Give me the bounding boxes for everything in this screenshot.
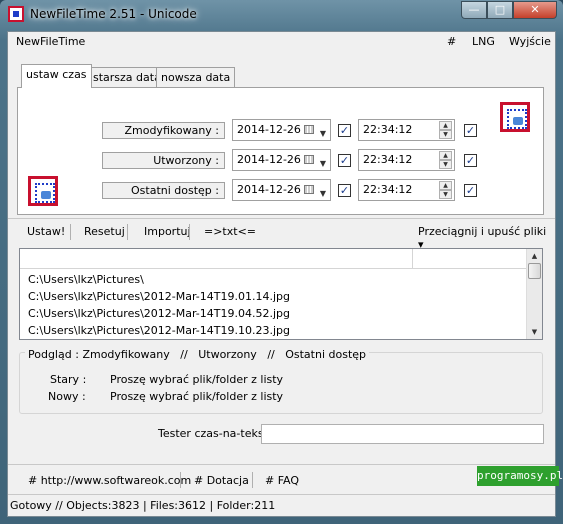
faq-link[interactable]: # FAQ [265,474,299,487]
list-header[interactable] [20,249,528,269]
client-area: NewFileTime # LNG Wyjście ustaw czas sta… [7,31,556,517]
scroll-down-icon[interactable]: ▼ [527,325,542,339]
window-controls: — □ ✕ [461,1,557,19]
chevron-down-icon[interactable]: ▼ [320,124,326,144]
menu-newfiletime[interactable]: NewFileTime [16,35,85,48]
preview-sep: // [267,348,275,361]
new-value: Proszę wybrać plik/folder z listy [110,390,284,403]
apply-button[interactable]: Ustaw! [27,225,65,238]
old-label: Stary : [50,373,87,386]
tab-older-date[interactable]: starsza data [88,67,166,87]
accessed-time-field[interactable]: 22:34:12 ▲ ▼ [358,179,455,201]
preview-header: Podgląd : Zmodyfikowany // Utworzony // … [25,348,370,361]
scroll-up-icon[interactable]: ▲ [527,249,542,263]
modified-date-picker[interactable]: 2014-12-26 ▼ [232,119,331,141]
accessed-label: Ostatni dostęp : [102,182,225,199]
title-bar[interactable]: NewFileTime 2.51 - Unicode — □ ✕ [0,0,563,30]
created-time-value: 22:34:12 [363,153,413,166]
created-date-checkbox[interactable]: ✓ [338,154,351,167]
scroll-thumb[interactable] [528,263,541,279]
accessed-date-value: 2014-12-26 [237,183,301,196]
toolbar-separator [70,224,71,240]
accessed-time-checkbox[interactable]: ✓ [464,184,477,197]
menu-language[interactable]: LNG [472,35,495,48]
list-scrollbar[interactable]: ▲ ▼ [526,249,542,339]
menu-exit[interactable]: Wyjście [509,35,551,48]
list-item[interactable]: C:\Users\lkz\Pictures\2012-Mar-14T19.10.… [28,324,290,337]
created-time-checkbox[interactable]: ✓ [464,154,477,167]
status-bar: Gotowy // Objects:3823 | Files:3612 | Fo… [8,494,555,516]
toolbar-separator [127,224,128,240]
accessed-date-checkbox[interactable]: ✓ [338,184,351,197]
tester-label: Tester czas-na-tekst [158,427,268,440]
reset-button[interactable]: Resetuj [84,225,125,238]
menu-bar: NewFileTime # LNG Wyjście [8,32,555,52]
app-icon [8,6,24,22]
preview-colon: : [75,348,79,361]
time-spinner[interactable]: ▲ ▼ [439,121,452,139]
accessed-time-value: 22:34:12 [363,183,413,196]
modified-time-value: 22:34:12 [363,123,413,136]
status-text: Gotowy // Objects:3823 | Files:3612 | Fo… [10,499,276,512]
minimize-button[interactable]: — [461,1,487,19]
created-time-field[interactable]: 22:34:12 ▲ ▼ [358,149,455,171]
modified-date-value: 2014-12-26 [237,123,301,136]
column-divider[interactable] [412,249,413,269]
link-separator [180,472,181,488]
window-title: NewFileTime 2.51 - Unicode [30,7,197,21]
calendar-icon[interactable] [304,185,314,194]
toolbar-separator [189,224,190,240]
preview-sep: // [180,348,188,361]
export-txt-button[interactable]: =>txt<= [204,225,256,238]
chevron-down-icon[interactable]: ▼ [320,184,326,204]
preview-modified: Zmodyfikowany [82,348,170,361]
donate-link[interactable]: # Dotacja [194,474,249,487]
calendar-icon[interactable] [304,125,314,134]
calendar-icon[interactable] [304,155,314,164]
tab-set-time[interactable]: ustaw czas [21,64,92,88]
created-date-picker[interactable]: 2014-12-26 ▼ [232,149,331,171]
import-button[interactable]: Importuj [144,225,191,238]
modified-label: Zmodyfikowany : [102,122,225,139]
app-window: NewFileTime 2.51 - Unicode — □ ✕ NewFile… [0,0,563,524]
time-spinner[interactable]: ▲ ▼ [439,181,452,199]
new-label: Nowy : [48,390,86,403]
file-list[interactable]: C:\Users\lkz\Pictures\ C:\Users\lkz\Pict… [19,248,543,340]
modified-time-checkbox[interactable]: ✓ [464,124,477,137]
created-label: Utworzony : [102,152,225,169]
divider [8,218,555,219]
created-date-value: 2014-12-26 [237,153,301,166]
divider [8,464,555,465]
app-logo-icon [500,102,530,132]
maximize-button[interactable]: □ [487,1,513,19]
time-spinner[interactable]: ▲ ▼ [439,151,452,169]
modified-time-field[interactable]: 22:34:12 ▲ ▼ [358,119,455,141]
tester-input[interactable] [261,424,544,444]
close-button[interactable]: ✕ [513,1,557,19]
preview-accessed: Ostatni dostęp [285,348,367,361]
app-logo-icon-small [28,176,58,206]
tab-newer-date[interactable]: nowsza data [156,67,236,87]
list-item[interactable]: C:\Users\lkz\Pictures\2012-Mar-14T19.04.… [28,307,290,320]
list-item[interactable]: C:\Users\lkz\Pictures\ [28,273,144,286]
modified-date-checkbox[interactable]: ✓ [338,124,351,137]
list-item[interactable]: C:\Users\lkz\Pictures\2012-Mar-14T19.01.… [28,290,290,303]
preview-created: Utworzony [198,348,257,361]
watermark-logo: programosy.pl [477,466,563,486]
menu-hash[interactable]: # [447,35,456,48]
old-value: Proszę wybrać plik/folder z listy [110,373,284,386]
preview-label: Podgląd [28,348,72,361]
accessed-date-picker[interactable]: 2014-12-26 ▼ [232,179,331,201]
chevron-down-icon[interactable]: ▼ [320,154,326,174]
tab-panel-set-time: Zmodyfikowany : 2014-12-26 ▼ ✓ 22:34:12 … [17,87,544,215]
website-link[interactable]: # http://www.softwareok.com [28,474,191,487]
link-separator [252,472,253,488]
